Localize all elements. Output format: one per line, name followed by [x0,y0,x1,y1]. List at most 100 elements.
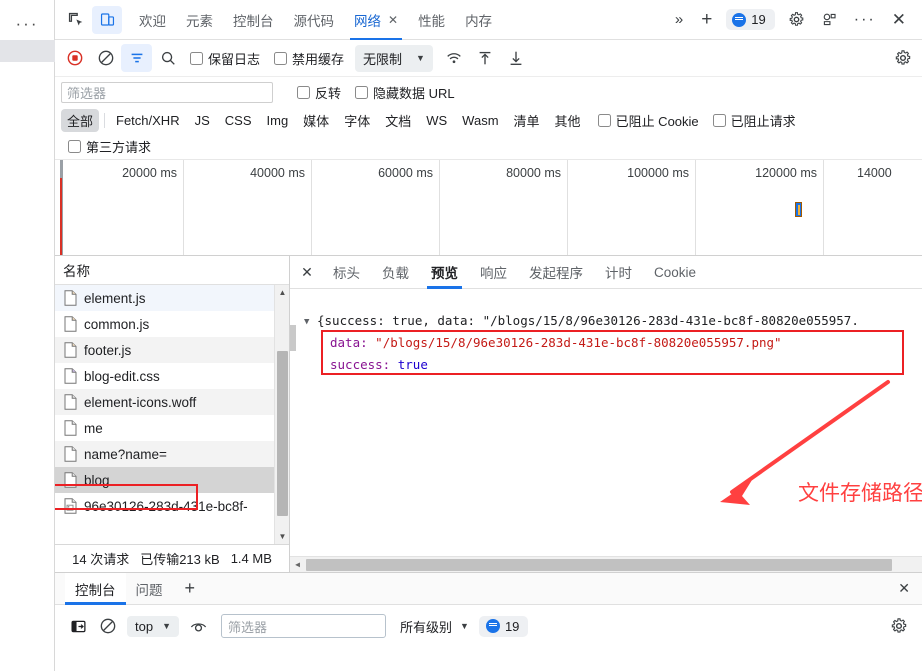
device-toolbar-icon[interactable] [92,5,122,34]
network-filter-input[interactable]: 筛选器 [61,81,273,103]
type-filter-ws[interactable]: WS [420,111,453,130]
console-message-count-badge[interactable]: 19 [478,615,529,637]
more-options-icon[interactable]: ··· [846,11,884,29]
type-filter-all[interactable]: 全部 [61,109,100,132]
message-count-badge[interactable]: 19 [726,9,775,30]
import-har-icon[interactable] [470,44,501,72]
preview-horizontal-scrollbar[interactable]: ◀ [290,556,922,572]
inspect-element-icon[interactable] [60,6,90,34]
request-row-element-icons-woff[interactable]: element-icons.woff [55,389,289,415]
browser-menu-dots-icon[interactable]: ··· [10,12,44,36]
type-filter-media[interactable]: 媒体 [297,109,335,132]
clear-console-icon[interactable] [93,612,123,640]
scrollbar-thumb[interactable] [306,559,892,571]
detail-tab-headers[interactable]: 标头 [322,256,371,289]
invert-label: 反转 [315,85,342,101]
record-stop-icon[interactable] [59,44,90,72]
detail-tab-payload[interactable]: 负载 [371,256,420,289]
tab-label: 源代码 [293,13,335,29]
export-har-icon[interactable] [501,44,532,72]
detail-tab-preview[interactable]: 预览 [420,256,469,289]
network-overview-timeline[interactable]: 20000 ms 40000 ms 60000 ms 80000 ms 1000… [55,160,922,256]
scroll-left-arrow-icon[interactable]: ◀ [290,557,305,572]
hide-data-urls-checkbox[interactable]: 隐藏数据 URL [355,83,455,102]
console-sidebar-icon[interactable] [63,612,93,640]
overview-gridline [311,160,312,255]
network-conditions-icon[interactable] [439,44,470,72]
request-row-me[interactable]: me [55,415,289,441]
console-context-select[interactable]: top ▼ [127,615,179,637]
tab-memory[interactable]: 内存 [455,0,502,40]
drawer-tab-console[interactable]: 控制台 [65,572,126,605]
expand-triangle-icon[interactable]: ▼ [304,317,309,327]
tab-sources[interactable]: 源代码 [284,0,345,40]
type-filter-doc[interactable]: 文档 [379,109,417,132]
request-name: element.js [84,290,146,306]
type-filter-js[interactable]: JS [189,111,216,130]
request-row-name-query[interactable]: name?name= [55,441,289,467]
search-icon[interactable] [152,44,183,72]
devtools-panel: 欢迎 元素 控制台 源代码 网络 ✕ 性能 内存 » + 19 ··· ✕ 保留… [55,0,922,671]
type-filter-other[interactable]: 其他 [549,109,587,132]
throttling-select[interactable]: 无限制 ▼ [355,44,433,72]
type-filter-fetch-xhr[interactable]: Fetch/XHR [110,111,186,130]
drawer-add-tab-button[interactable]: + [173,578,208,599]
network-settings-icon[interactable] [894,49,918,67]
console-settings-icon[interactable] [890,617,914,635]
type-filter-manifest[interactable]: 清单 [508,109,546,132]
tab-label: 元素 [186,13,213,29]
chevron-down-icon: ▼ [162,621,171,631]
network-panes: 名称 element.js common.js footer.js blog-e… [55,256,922,572]
type-filter-wasm[interactable]: Wasm [456,111,504,130]
request-list-body[interactable]: element.js common.js footer.js blog-edit… [55,285,289,544]
request-row-common-js[interactable]: common.js [55,311,289,337]
console-context-value: top [135,618,154,634]
request-name: name?name= [84,446,167,462]
request-row-footer-js[interactable]: footer.js [55,337,289,363]
request-row-blog-edit-css[interactable]: blog-edit.css [55,363,289,389]
preserve-log-checkbox[interactable]: 保留日志 [190,49,260,68]
clear-icon[interactable] [90,44,121,72]
more-tabs-chevron-icon[interactable]: » [666,11,692,28]
dock-settings-icon[interactable] [813,11,846,28]
blocked-cookies-checkbox[interactable]: 已阻止 Cookie [597,111,699,130]
tab-close-icon[interactable]: ✕ [388,13,398,27]
console-level-select[interactable]: 所有级别 ▼ [400,617,469,636]
tab-elements[interactable]: 元素 [176,0,223,40]
preserve-log-label: 保留日志 [208,51,261,67]
detail-tab-cookies[interactable]: Cookie [643,256,707,289]
preview-content[interactable]: ▼ {success: true, data: "/blogs/15/8/96e… [290,289,922,572]
close-devtools-icon[interactable]: ✕ [884,10,914,30]
detail-tab-initiator[interactable]: 发起程序 [518,256,594,289]
detail-tab-timing[interactable]: 计时 [594,256,643,289]
request-list-scrollbar[interactable]: ▲ ▼ [274,285,289,544]
type-filter-img[interactable]: Img [261,111,295,130]
filter-icon[interactable] [121,44,152,72]
tab-console[interactable]: 控制台 [223,0,284,40]
drawer-close-icon[interactable]: ✕ [886,580,922,597]
request-row-element-js[interactable]: element.js [55,285,289,311]
scrollbar-thumb[interactable] [277,351,288,516]
tab-welcome[interactable]: 欢迎 [129,0,176,40]
type-filter-css[interactable]: CSS [219,111,258,130]
third-party-checkbox[interactable]: 第三方请求 [68,137,151,156]
disable-cache-checkbox[interactable]: 禁用缓存 [274,49,344,68]
overview-tick-label: 20000 ms [122,166,177,180]
blocked-requests-checkbox[interactable]: 已阻止请求 [712,111,796,130]
live-expression-icon[interactable] [183,612,213,640]
invert-checkbox[interactable]: 反转 [297,83,341,102]
detail-tab-response[interactable]: 响应 [469,256,518,289]
console-filter-input[interactable]: 筛选器 [221,614,386,638]
tab-network[interactable]: 网络 ✕ [344,0,408,40]
drawer-tab-issues[interactable]: 问题 [126,573,173,605]
close-detail-icon[interactable]: ✕ [292,256,322,289]
doc-file-icon [64,420,77,436]
scroll-down-arrow-icon[interactable]: ▼ [275,529,289,544]
add-panel-button[interactable]: + [692,9,721,31]
tab-performance[interactable]: 性能 [408,0,455,40]
gear-icon[interactable] [780,11,813,28]
request-name: common.js [84,316,150,332]
speech-bubble-icon [732,12,747,27]
type-filter-font[interactable]: 字体 [338,109,376,132]
scroll-up-arrow-icon[interactable]: ▲ [275,285,289,300]
